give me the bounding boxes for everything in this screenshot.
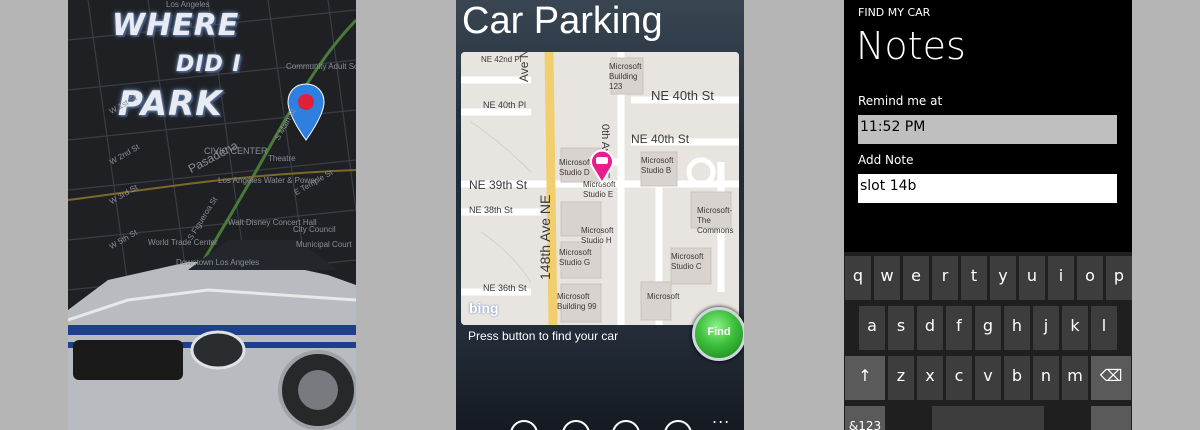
building-label: Microsoft Studio C [671, 252, 704, 271]
street-label: NE 38th St [469, 205, 513, 215]
key-d[interactable]: d [917, 306, 943, 350]
map-view[interactable]: NE 42nd Pl NE 40th Pl NE 40th St NE 40th… [461, 52, 739, 325]
remind-time-field[interactable]: 11:52 PM [858, 115, 1117, 144]
key-w[interactable]: w [874, 256, 900, 300]
map-label: CIVIC CENTER [204, 146, 268, 156]
street-label: NE 40th St [631, 132, 690, 146]
building-label: Microsoft-The Commons [697, 206, 734, 235]
key-k[interactable]: k [1062, 306, 1088, 350]
key-b[interactable]: b [1004, 356, 1030, 400]
building-label: Microsoft Studio G [559, 248, 592, 267]
building-label: Microsoft [647, 292, 680, 301]
key-f[interactable]: f [946, 306, 972, 350]
key-o[interactable]: o [1077, 256, 1103, 300]
key-r[interactable]: r [932, 256, 958, 300]
key-p[interactable]: p [1106, 256, 1132, 300]
map-label: City Council [293, 225, 336, 234]
street-label: NE 39th St [469, 178, 528, 192]
building-label: Microsoft Building 99 [557, 292, 597, 311]
key-n[interactable]: n [1033, 356, 1059, 400]
building-label: Microsoft Studio H [581, 226, 614, 245]
building-label: Microsoft Studio B [641, 156, 674, 175]
map-label: Los Angeles [166, 0, 210, 9]
key-q[interactable]: q [845, 256, 871, 300]
key-i[interactable]: i [1048, 256, 1074, 300]
key-numbers[interactable]: &123 [845, 406, 885, 430]
key-e[interactable]: e [903, 256, 929, 300]
street-label: NE 40th St [651, 88, 714, 103]
street-label: 148th Ave NE [537, 194, 553, 280]
on-screen-keyboard: q w e r t y u i o p a s d f g h j k l ↑ … [844, 252, 1132, 430]
street-label: Ave NE [517, 52, 531, 82]
key-m[interactable]: m [1062, 356, 1088, 400]
key-h[interactable]: h [1004, 306, 1030, 350]
key-j[interactable]: j [1033, 306, 1059, 350]
note-field[interactable]: slot 14b [858, 174, 1117, 203]
key-space[interactable] [932, 406, 1044, 430]
street-label: NE 36th St [483, 283, 527, 293]
map-label: World Trade Center [148, 238, 218, 247]
logo-text-park: PARK [118, 84, 223, 124]
key-l[interactable]: l [1091, 306, 1117, 350]
map-label: Municipal Court [296, 240, 352, 249]
key-enter[interactable] [1091, 406, 1131, 430]
find-hint-text: Press button to find your car [468, 329, 619, 343]
map-label: Downtown Los Angeles [176, 258, 260, 267]
key-shift[interactable]: ↑ [845, 356, 885, 400]
splash-screen: WHERE DID I PARK Los Angeles Pasadena CI… [68, 0, 356, 430]
app-name: FIND MY CAR [858, 6, 931, 19]
map-label: Community Adult School [286, 62, 356, 71]
map-label: Theatre [268, 154, 296, 163]
remind-label: Remind me at [858, 94, 943, 108]
find-button[interactable]: Find [692, 307, 744, 361]
car-parking-screen: Car Parking NE 42nd Pl NE 40th Pl NE 40t… [456, 0, 744, 430]
street-label: NE 40th Pl [483, 100, 527, 110]
bing-logo: bing [469, 300, 499, 316]
note-label: Add Note [858, 153, 914, 167]
key-x[interactable]: x [917, 356, 943, 400]
key-s[interactable]: s [888, 306, 914, 350]
appbar-more-icon[interactable]: ... [712, 408, 730, 427]
car-location-pin-icon[interactable] [589, 148, 615, 184]
logo-text-where: WHERE [112, 8, 240, 43]
street-label: NE 42nd Pl [481, 55, 522, 64]
logo-text-did-i: DID I [176, 52, 242, 77]
building-label: Microsoft Building 123 [609, 62, 642, 91]
key-u[interactable]: u [1019, 256, 1045, 300]
key-t[interactable]: t [961, 256, 987, 300]
key-c[interactable]: c [946, 356, 972, 400]
page-title: Notes [856, 24, 966, 68]
notes-screen: FIND MY CAR Notes Remind me at 11:52 PM … [844, 0, 1132, 430]
page-title: Car Parking [462, 0, 663, 42]
key-v[interactable]: v [975, 356, 1001, 400]
key-y[interactable]: y [990, 256, 1016, 300]
key-z[interactable]: z [888, 356, 914, 400]
key-backspace[interactable]: ⌫ [1091, 356, 1131, 400]
key-g[interactable]: g [975, 306, 1001, 350]
key-a[interactable]: a [859, 306, 885, 350]
